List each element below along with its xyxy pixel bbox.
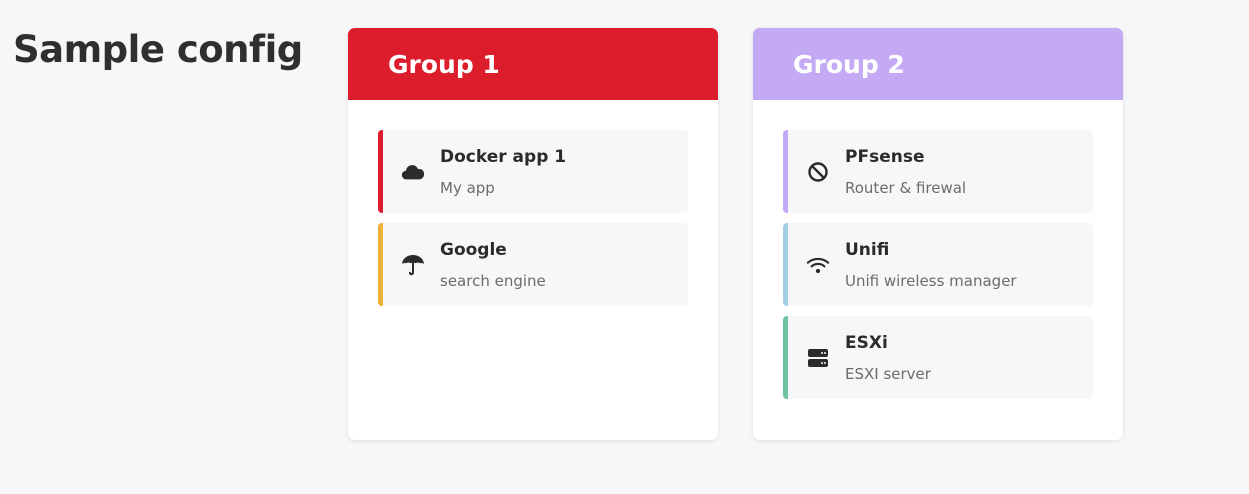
service-item-esxi[interactable]: ESXi ESXI server [783,316,1093,399]
service-name: ESXi [845,333,888,353]
umbrella-icon [401,253,425,277]
service-subtitle: My app [440,179,495,197]
group-header-1: Group 1 [348,28,718,100]
group-items-2: PFsense Router & firewal Unifi Unifi wir… [753,100,1123,399]
group-title-2: Group 2 [793,49,905,79]
service-subtitle: ESXI server [845,365,931,383]
service-item-pfsense[interactable]: PFsense Router & firewal [783,130,1093,213]
server-icon [806,346,830,370]
service-name: Docker app 1 [440,147,567,167]
service-subtitle: Unifi wireless manager [845,272,1017,290]
group-items-1: Docker app 1 My app Google search engine [348,100,718,306]
group-card-1: Group 1 Docker app 1 My app Google searc… [348,28,718,440]
service-subtitle: search engine [440,272,546,290]
wifi-icon [806,253,830,277]
cloud-icon [401,160,425,184]
service-item-unifi[interactable]: Unifi Unifi wireless manager [783,223,1093,306]
group-card-2: Group 2 PFsense Router & firewal Unifi U… [753,28,1123,440]
service-subtitle: Router & firewal [845,179,967,197]
group-title-1: Group 1 [388,49,500,79]
service-name: Google [440,240,507,260]
service-item-docker-app-1[interactable]: Docker app 1 My app [378,130,688,213]
service-name: PFsense [845,147,925,167]
ban-icon [806,160,830,184]
service-name: Unifi [845,240,890,260]
page-title: Sample config [13,28,303,71]
service-item-google[interactable]: Google search engine [378,223,688,306]
group-header-2: Group 2 [753,28,1123,100]
